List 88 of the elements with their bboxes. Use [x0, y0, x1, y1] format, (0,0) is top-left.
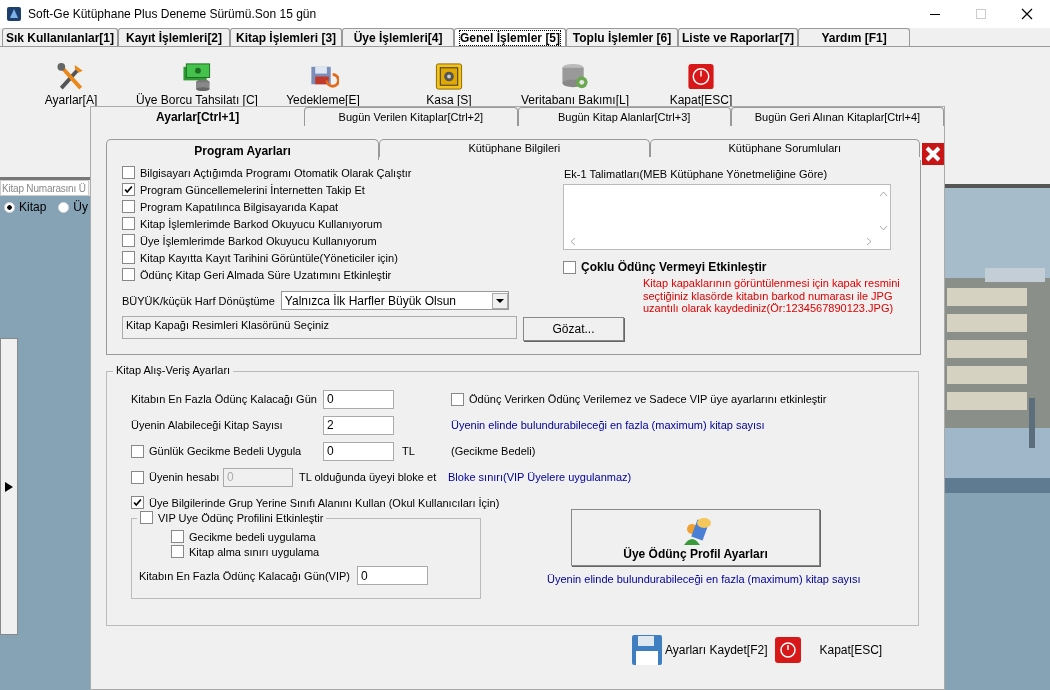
checkbox-label: Ödünç Kitap Geri Almada Süre Uzatımını Etkinleştir	[140, 268, 392, 281]
toolbar-label[interactable]: Veritabanı Bakımı[L]	[520, 93, 630, 107]
checkbox[interactable]	[131, 496, 144, 509]
toolbar-label[interactable]: Yedekleme[E]	[286, 93, 360, 107]
toolbar-label[interactable]: Kapat[ESC]	[669, 93, 733, 107]
tab[interactable]: Toplu İşlemler [6]	[566, 28, 679, 46]
checkbox-label: Kitap Kayıtta Kayıt Tarihini Görüntüle(Yöneticiler için)	[140, 251, 398, 264]
browse-button[interactable]: Gözat...	[523, 317, 624, 341]
hint-text: Üyenin elinde bulundurabileceği en fazla (maximum) kitap sayısı	[451, 419, 765, 431]
checkbox-label: Üyenin hesabı	[149, 471, 220, 483]
hint-text: Bloke sınırı(VIP Üyelere uygulanmaz)	[448, 471, 632, 483]
input-field[interactable]: 2	[323, 415, 394, 435]
checkbox-label: Çoklu Ödünç Vermeyi Etkinleştir	[581, 260, 767, 274]
checkbox[interactable]	[122, 217, 135, 230]
scroll-down-icon[interactable]	[879, 225, 888, 231]
dropdown[interactable]: Yalnızca İlk Harfler Büyük Olsun	[280, 291, 509, 310]
radio-button[interactable]	[58, 201, 70, 213]
folder-field[interactable]: Kitap Kapağı Resimleri Klasörünü Seçiniz	[122, 316, 517, 339]
field-label: BÜYÜK/küçük Harf Dönüştüme	[122, 294, 275, 307]
checkbox-label: Üye İşlemlerimde Barkod Okuyucu Kullanıyorum	[140, 234, 377, 247]
checkbox[interactable]	[451, 392, 464, 406]
toolbar-label[interactable]: Ayarlar[A]	[44, 93, 98, 107]
checkbox[interactable]	[122, 251, 135, 264]
power-icon[interactable]	[685, 61, 717, 92]
checkbox-label: Bilgisayarı Açtığımda Programı Otomatik Olarak Çalıştır	[140, 166, 412, 179]
tab[interactable]: Genel İşlemler [5]	[454, 28, 567, 46]
radio-button[interactable]	[4, 201, 15, 213]
checkbox-label: VIP Uye Ödünç Profilini Etkinleştir	[158, 511, 324, 524]
input-field[interactable]: 0	[323, 389, 394, 409]
checkbox-label: Program Güncellemelerini İnternetten Takip Et	[140, 183, 365, 196]
input-field[interactable]: 0	[323, 441, 394, 461]
checkbox-label: Kitap İşlemlerimde Barkod Okuyucu Kullanıyorum	[140, 217, 383, 230]
checkbox[interactable]	[122, 234, 135, 247]
tab[interactable]: Kütüphane Bilgileri	[379, 139, 650, 157]
scroll-up-icon[interactable]	[879, 191, 888, 197]
checkbox[interactable]	[122, 200, 135, 213]
hint-text: (Gecikme Bedeli)	[451, 445, 536, 457]
unit-label: TL	[401, 445, 416, 457]
checkbox-label: Günlük Gecikme Bedeli Uygula	[149, 445, 302, 457]
tab[interactable]: Yardım [F1]	[798, 28, 911, 46]
tab[interactable]: Kayıt İşlemleri[2]	[118, 28, 231, 46]
scroll-right-icon[interactable]	[866, 237, 872, 246]
safe-icon[interactable]	[433, 61, 465, 92]
field-label: Üyenin Alabileceği Kitap Sayısı	[131, 419, 284, 431]
checkbox[interactable]	[140, 511, 153, 524]
checkbox[interactable]	[122, 183, 135, 196]
tab[interactable]: Bugün Geri Alınan Kitaplar[Ctrl+4]	[730, 107, 944, 126]
field-label: Kitabın En Fazla Ödünç Kalacağı Gün	[131, 393, 318, 405]
expand-arrow-icon[interactable]	[5, 481, 13, 492]
save-button[interactable]: Ayarları Kaydet[F2]	[631, 634, 768, 666]
tab[interactable]: Sık Kullanılanlar[1]	[2, 28, 119, 46]
unit-label: TL olduğunda üyeyi bloke et	[298, 471, 438, 483]
checkbox-label: Ödünç Verirken Ödünç Verilemez ve Sadece VIP üye ayarlarını etkinleştir	[469, 393, 827, 405]
input-field[interactable]: 0	[356, 566, 428, 585]
radio-label: Üy	[73, 200, 89, 214]
money-icon[interactable]	[181, 61, 213, 92]
checkbox-label: Üye Bilgilerinde Grup Yerine Sınıfı Alanını Kullan (Okul Kullanıcıları İçin)	[149, 496, 500, 509]
scroll-left-icon[interactable]	[570, 237, 576, 246]
field-label: Ek-1 Talimatları(MEB Kütüphane Yönetmeliğine Göre)	[564, 168, 829, 180]
checkbox-label: Program Kapatılınca Bilgisayarıda Kapat	[140, 200, 339, 213]
checkbox[interactable]	[563, 260, 576, 274]
profile-button[interactable]: Üye Ödünç Profil Ayarları	[571, 509, 820, 566]
group-title: Kitap Alış-Veriş Ayarları	[113, 364, 234, 376]
tab[interactable]: Bugün Verilen Kitaplar[Ctrl+2]	[304, 107, 518, 126]
tab[interactable]: Üye İşlemleri[4]	[342, 28, 455, 46]
tab[interactable]: Kütüphane Sorumluları	[649, 139, 921, 157]
close-button[interactable]: Kapat[ESC]	[773, 636, 883, 664]
checkbox[interactable]	[131, 444, 144, 458]
tab[interactable]: Program Ayarları	[106, 139, 379, 160]
checkbox[interactable]	[171, 530, 184, 543]
checkbox-label: Gecikme bedeli uygulama	[189, 530, 316, 543]
checkbox[interactable]	[171, 545, 184, 558]
window-title: Soft-Ge Kütüphane Plus Deneme Sürümü.Son 15 gün	[28, 7, 317, 21]
hint-text: Üyenin elinde bulundurabileceği en fazla (maximum) kitap sayısı	[547, 573, 861, 585]
close-icon[interactable]	[922, 143, 944, 165]
checkbox[interactable]	[122, 166, 135, 179]
tab[interactable]: Bugün Kitap Alanlar[Ctrl+3]	[517, 107, 731, 126]
power-icon	[773, 636, 802, 664]
text-area[interactable]	[563, 184, 891, 250]
checkbox[interactable]	[122, 268, 135, 281]
radio-label: Kitap	[19, 200, 47, 214]
app-icon	[6, 6, 22, 22]
tab[interactable]: Liste ve Raporlar[7]	[678, 28, 799, 46]
field-label: Kitabın En Fazla Ödünç Kalacağı Gün(VIP)	[139, 569, 350, 582]
note-text: Kitap kapaklarının görüntülenmesi için kapak resmini seçtiğiniz klasörde kitabın barkod numarası ile JPG uzantılı olarak kaydediniz(Ör:1234567890123.JPG)	[643, 277, 900, 316]
tab[interactable]: Kitap İşlemleri [3]	[230, 28, 343, 46]
checkbox-label: Kitap alma sınırı uygulama	[189, 545, 320, 558]
search-field[interactable]: Kitap Numarasını Ü	[0, 180, 89, 196]
